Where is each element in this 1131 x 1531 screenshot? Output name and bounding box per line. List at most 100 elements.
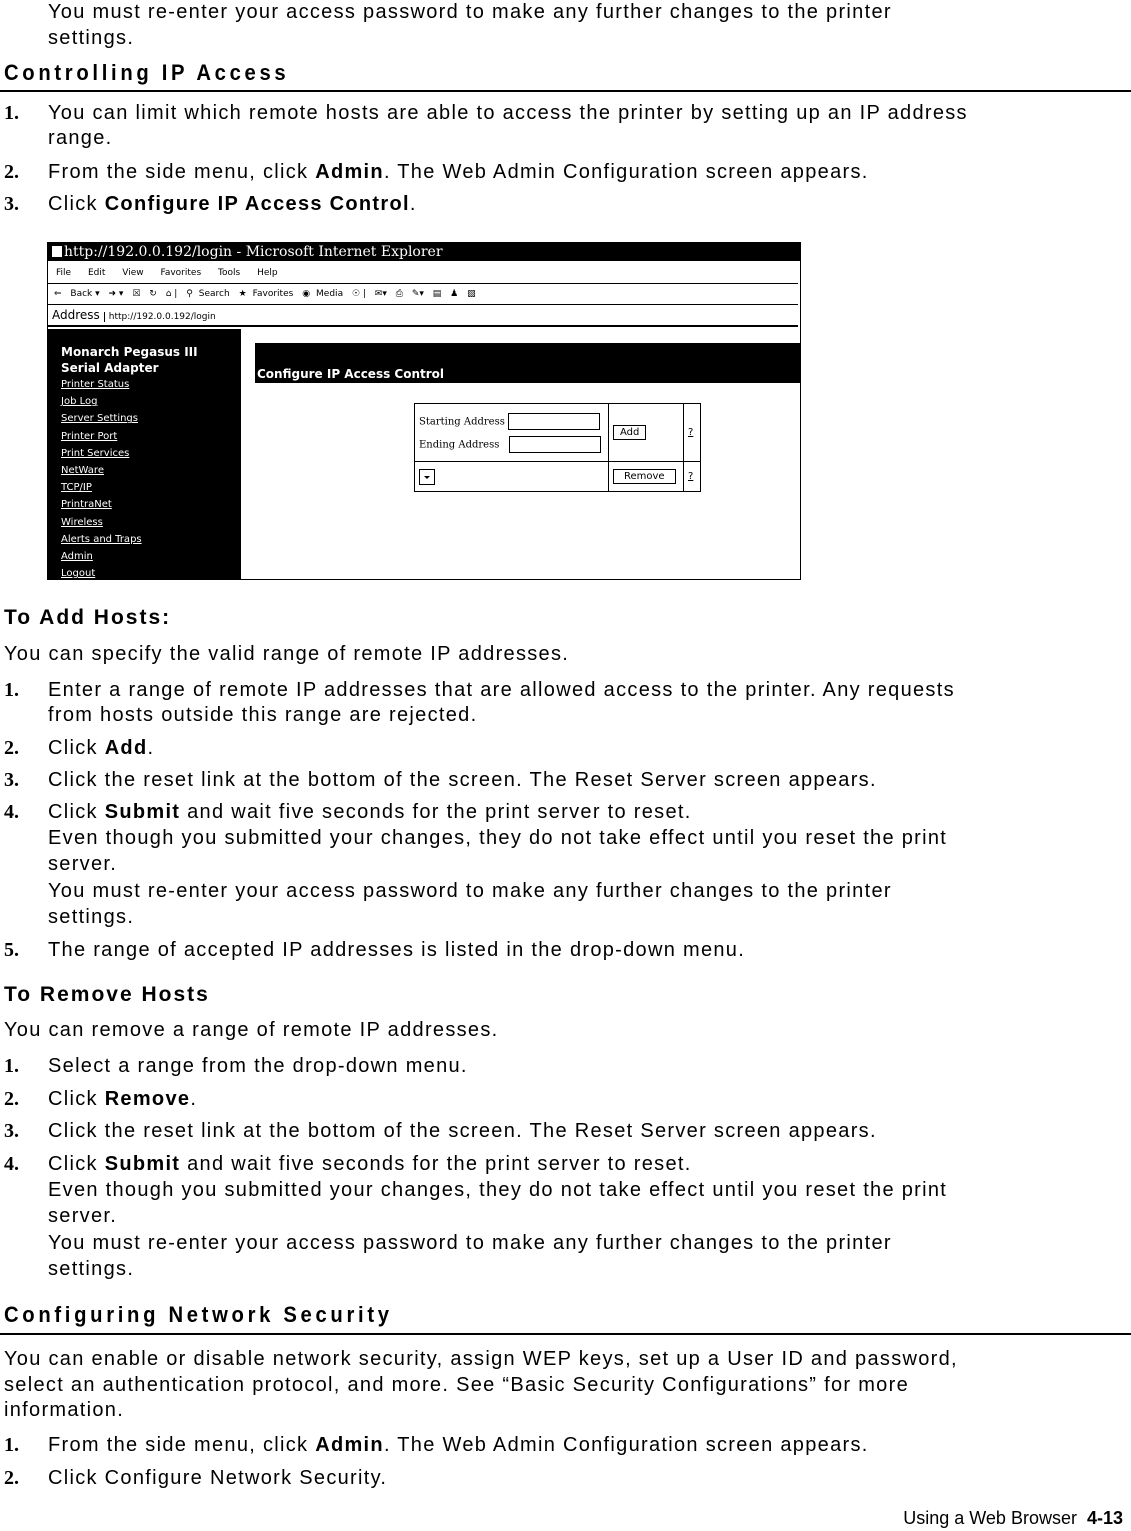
menu-edit[interactable]: Edit (88, 268, 105, 278)
remove-hosts-intro: You can remove a range of remote IP addr… (4, 1019, 499, 1041)
content-title-bar: Configure IP Access Control (255, 343, 800, 383)
remove-cell: Remove (608, 461, 684, 492)
link-logout[interactable]: Logout (61, 565, 142, 579)
remove-step4-line4: You must re-enter your access password t… (48, 1232, 892, 1254)
link-tcpip[interactable]: TCP/IP (61, 479, 142, 496)
s1-step1-line2: range. (48, 127, 113, 149)
step-number: 2. (4, 1088, 19, 1110)
add-button[interactable]: Add (613, 425, 647, 440)
link-printer-port[interactable]: Printer Port (61, 428, 142, 445)
discuss-icon[interactable]: ▤ (433, 289, 442, 299)
link-netware[interactable]: NetWare (61, 462, 142, 479)
remove-step3: Click the reset link at the bottom of th… (48, 1120, 877, 1142)
help-link[interactable]: ? (688, 471, 693, 482)
address-input[interactable]: http://192.0.0.192/login (103, 312, 216, 322)
forward-button[interactable]: ➜ ▾ (109, 289, 124, 299)
back-label: Back (70, 289, 93, 299)
s1-step2: From the side menu, click Admin. The Web… (48, 160, 869, 185)
link-printer-status[interactable]: Printer Status (61, 376, 142, 393)
link-server-settings[interactable]: Server Settings (61, 410, 142, 427)
ending-address-input[interactable] (508, 435, 601, 453)
text: . (147, 737, 155, 759)
step-number: 2. (4, 1467, 19, 1489)
net-step2: Click Configure Network Security. (48, 1467, 388, 1489)
s1-step1-line1: You can limit which remote hosts are abl… (48, 102, 968, 124)
menu-bar: File Edit View Favorites Tools Help (48, 263, 798, 284)
step-number: 3. (4, 769, 19, 791)
text: From the side menu, click (48, 161, 316, 183)
add-step3: Click the reset link at the bottom of th… (48, 769, 877, 791)
device-name-line-2: Serial Adapter (61, 361, 159, 375)
address-label: Address (52, 308, 100, 322)
menu-view[interactable]: View (122, 268, 143, 278)
toolbar: ⇐ Back ▾ ➜ ▾ ☒ ↻ ⌂ | ⚲ Search ★ Favorites … (48, 284, 798, 305)
intro-line-2: settings. (48, 27, 135, 49)
step-number: 4. (4, 801, 19, 823)
link-admin[interactable]: Admin (61, 548, 142, 565)
menu-favorites[interactable]: Favorites (160, 268, 201, 278)
text: Click (48, 1088, 105, 1110)
bold-admin: Admin (315, 161, 384, 183)
add-step2: Click Add. (48, 736, 154, 761)
bold-remove: Remove (104, 1088, 191, 1110)
step-number: 3. (4, 1120, 19, 1142)
device-name: Monarch Pegasus III Serial Adapter (61, 344, 198, 376)
address-fields-cell: Starting Address Ending Address (414, 403, 609, 462)
link-print-services[interactable]: Print Services (61, 445, 142, 462)
remove-step4-line3: server. (48, 1205, 118, 1227)
starting-address-input[interactable] (508, 412, 601, 430)
section-heading-controlling-ip-access: Controlling IP Access (4, 60, 290, 85)
home-icon[interactable]: ⌂ (166, 289, 172, 299)
link-job-log[interactable]: Job Log (61, 393, 142, 410)
net-sec-intro-3: information. (4, 1399, 125, 1421)
subheading-add-hosts: To Add Hosts: (4, 606, 172, 629)
step-number: 2. (4, 161, 19, 183)
menu-file[interactable]: File (56, 268, 71, 278)
address-range-dropdown[interactable] (419, 468, 435, 485)
mail-icon[interactable]: ✉▾ (375, 289, 387, 299)
remove-button[interactable]: Remove (613, 469, 676, 484)
link-alerts-and-traps[interactable]: Alerts and Traps (61, 531, 142, 548)
add-step5: The range of accepted IP addresses is li… (48, 939, 746, 961)
messenger-icon[interactable]: ♟ (450, 289, 458, 299)
stop-icon[interactable]: ☒ (132, 289, 140, 299)
step-number: 1. (4, 679, 19, 701)
step-number: 2. (4, 737, 19, 759)
search-button[interactable]: ⚲ Search (186, 289, 230, 299)
refresh-icon[interactable]: ↻ (149, 289, 157, 299)
section-heading-network-security: Configuring Network Security (4, 1302, 393, 1327)
ie-page-icon (52, 246, 62, 257)
remove-step1: Select a range from the drop-down menu. (48, 1055, 468, 1077)
remove-step4: Click Submit and wait five seconds for t… (48, 1152, 692, 1177)
favorites-button[interactable]: ★ Favorites (239, 289, 294, 299)
menu-help[interactable]: Help (257, 268, 278, 278)
media-button[interactable]: ◉ Media (302, 289, 343, 299)
link-wireless[interactable]: Wireless (61, 514, 142, 531)
net-sec-intro-2: select an authentication protocol, and m… (4, 1374, 909, 1396)
step-number: 1. (4, 102, 19, 124)
intro-line-1: You must re-enter your access password t… (48, 1, 892, 23)
help-link[interactable]: ? (688, 427, 693, 438)
history-icon[interactable]: ☉ (352, 289, 360, 299)
search-label: Search (198, 289, 230, 299)
link-printranet[interactable]: PrintraNet (61, 496, 142, 513)
menu-tools[interactable]: Tools (218, 268, 240, 278)
page-footer: Using a Web Browser 4-13 (903, 1508, 1123, 1529)
print-icon[interactable]: ⎙ (396, 289, 403, 299)
bluetooth-icon[interactable]: ▧ (467, 289, 476, 299)
text: . The Web Admin Configuration screen app… (383, 161, 869, 183)
back-button[interactable]: ⇐ Back ▾ (54, 289, 100, 299)
step-number: 1. (4, 1055, 19, 1077)
text: Click (48, 193, 105, 215)
add-step4-line2: Even though you submitted your changes, … (48, 827, 948, 849)
add-step4: Click Submit and wait five seconds for t… (48, 800, 692, 825)
ip-access-form: Starting Address Ending Address Add ? Re… (414, 403, 701, 492)
edit-icon[interactable]: ✎▾ (412, 289, 424, 299)
footer-text: Using a Web Browser (903, 1508, 1087, 1528)
remove-step2: Click Remove. (48, 1087, 197, 1112)
bold-submit: Submit (104, 1153, 181, 1175)
remove-step4-line2: Even though you submitted your changes, … (48, 1179, 948, 1201)
step-number: 4. (4, 1153, 19, 1175)
net-sec-intro-1: You can enable or disable network securi… (4, 1348, 958, 1370)
favorites-label: Favorites (252, 289, 294, 299)
